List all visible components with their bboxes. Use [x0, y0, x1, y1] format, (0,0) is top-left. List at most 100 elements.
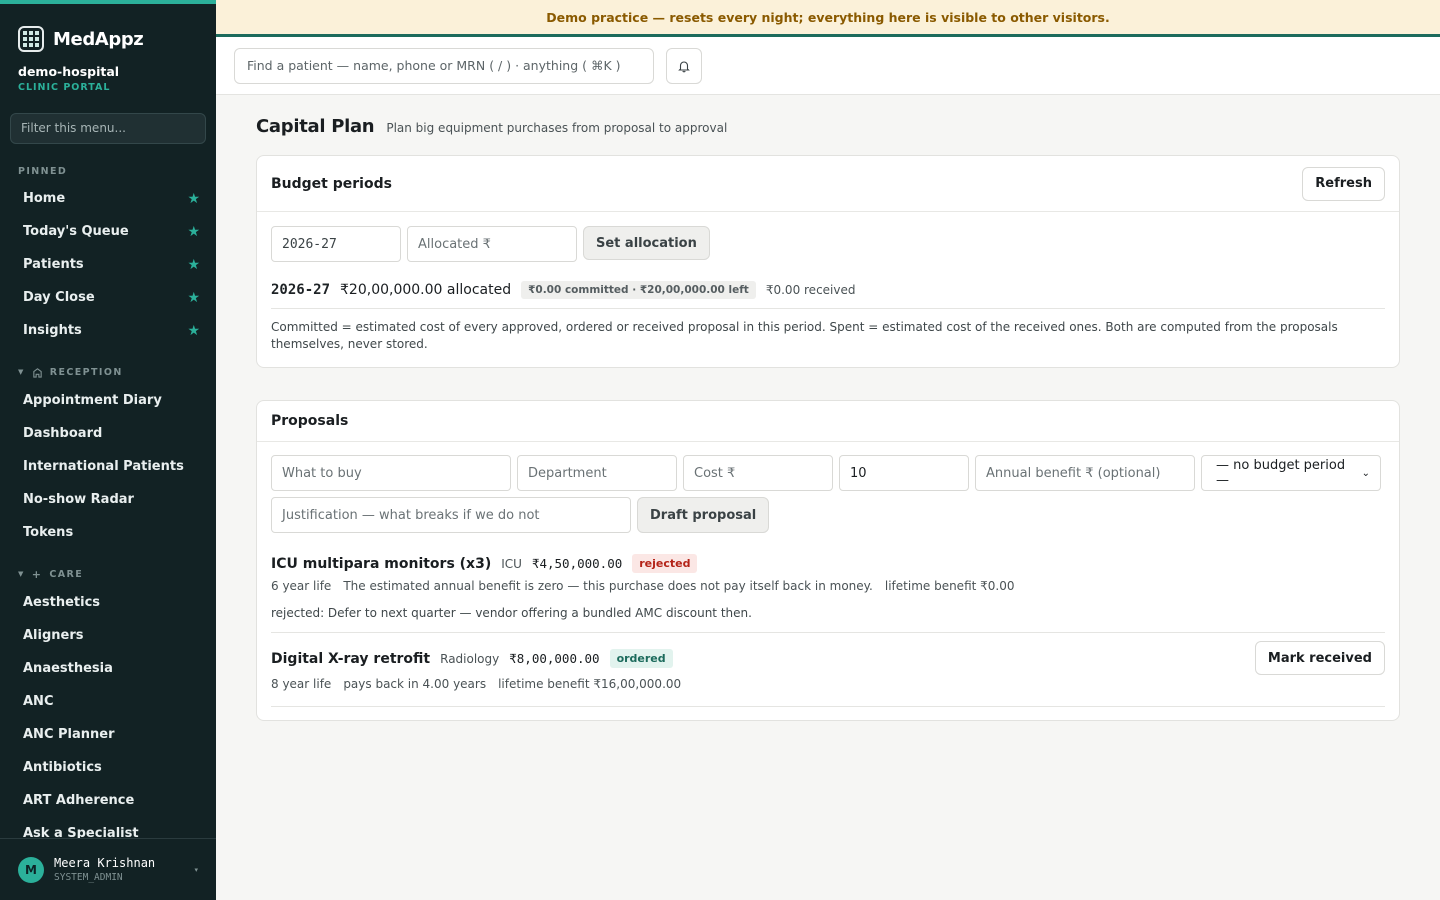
section-reception[interactable]: ▼ RECEPTION: [0, 360, 216, 384]
topbar: Find a patient — name, phone or MRN ( / …: [216, 37, 1440, 95]
org-name: demo-hospital: [18, 64, 120, 79]
proposal-item: ICU multipara monitors (x3) ICU ₹4,50,00…: [271, 554, 1385, 620]
sidebar-item-home[interactable]: Home ★: [0, 182, 216, 215]
page-header: Capital Plan Plan big equipment purchase…: [256, 116, 727, 137]
proposal-rejection-reason: rejected: Defer to next quarter — vendor…: [271, 606, 752, 620]
bell-icon: [678, 60, 690, 72]
page-subtitle: Plan big equipment purchases from propos…: [386, 121, 728, 135]
proposal-form-row1: What to buy Department Cost ₹ 10 Annual …: [271, 455, 1381, 491]
star-icon[interactable]: ★: [187, 224, 200, 240]
notifications-button[interactable]: [666, 47, 702, 84]
sidebar: MedAppz demo-hospital CLINIC PORTAL Filt…: [0, 0, 216, 900]
star-icon[interactable]: ★: [187, 323, 200, 339]
care-list: Aesthetics Aligners Anaesthesia ANC ANC …: [0, 586, 216, 850]
proposal-life: 8 year life: [271, 677, 332, 691]
user-menu[interactable]: M Meera Krishnan SYSTEM_ADMIN ▾: [0, 838, 216, 900]
proposal-meta: 6 year life The estimated annual benefit…: [271, 579, 1385, 593]
section-care[interactable]: ▼ + CARE: [0, 562, 216, 586]
user-info: Meera Krishnan SYSTEM_ADMIN: [54, 856, 155, 883]
sidebar-item-art-adherence[interactable]: ART Adherence: [0, 784, 216, 817]
sidebar-item-patients[interactable]: Patients ★: [0, 248, 216, 281]
user-name: Meera Krishnan: [54, 856, 156, 870]
sidebar-item-appointment-diary[interactable]: Appointment Diary: [0, 384, 216, 417]
star-icon[interactable]: ★: [187, 290, 200, 306]
pinned-list: Home ★ Today's Queue ★ Patients ★ Day Close…: [0, 182, 216, 347]
proposal-department: Radiology: [440, 651, 500, 666]
divider: [271, 632, 1385, 633]
sidebar-item-anc[interactable]: ANC: [0, 685, 216, 718]
org-subtitle: CLINIC PORTAL: [18, 82, 111, 93]
sidebar-item-international-patients[interactable]: International Patients: [0, 450, 216, 483]
brand-name: MedAppz: [53, 28, 144, 50]
avatar: M: [18, 856, 44, 883]
proposal-payback: pays back in 4.00 years: [343, 677, 487, 691]
proposal-form-row2: Justification — what breaks if we do not…: [271, 497, 770, 533]
justification-input[interactable]: Justification — what breaks if we do not: [271, 497, 631, 533]
sidebar-item-aligners[interactable]: Aligners: [0, 619, 216, 652]
chevron-down-icon: ▼: [18, 570, 25, 578]
period-received: ₹0.00 received: [765, 283, 856, 297]
sidebar-item-day-close[interactable]: Day Close ★: [0, 281, 216, 314]
divider: [271, 308, 1385, 309]
refresh-button[interactable]: Refresh: [1302, 166, 1385, 201]
card-header: Budget periods Refresh: [257, 156, 1399, 212]
sidebar-item-dashboard[interactable]: Dashboard: [0, 417, 216, 450]
brand[interactable]: MedAppz: [0, 4, 216, 58]
building-icon: [33, 367, 42, 378]
annual-benefit-input[interactable]: Annual benefit ₹ (optional): [975, 455, 1195, 491]
brand-logo-icon: [18, 26, 44, 52]
sidebar-item-todays-queue[interactable]: Today's Queue ★: [0, 215, 216, 248]
life-years-input[interactable]: 10: [839, 455, 969, 491]
sidebar-item-aesthetics[interactable]: Aesthetics: [0, 586, 216, 619]
card-title: Proposals: [271, 413, 349, 429]
budget-note: Committed = estimated cost of every appr…: [271, 320, 1338, 351]
patient-search-input[interactable]: Find a patient — name, phone or MRN ( / …: [234, 47, 654, 84]
status-badge: rejected: [632, 554, 698, 573]
reception-list: Appointment Diary Dashboard Internationa…: [0, 384, 216, 549]
allocation-form: 2026-27 Allocated ₹ Set allocation: [271, 226, 710, 262]
period-year: 2026-27: [271, 282, 331, 298]
sidebar-item-insights[interactable]: Insights ★: [0, 314, 216, 347]
cost-input[interactable]: Cost ₹: [683, 455, 833, 491]
proposal-cost: ₹4,50,000.00: [531, 556, 623, 571]
sidebar-item-tokens[interactable]: Tokens: [0, 516, 216, 549]
budget-period-select[interactable]: — no budget period — ⌄: [1201, 455, 1381, 491]
proposals-card: Proposals What to buy Department Cost ₹ …: [256, 400, 1400, 721]
demo-banner-text: Demo practice — resets every night; ever…: [546, 9, 1110, 25]
budget-period-select-value: — no budget period —: [1216, 458, 1346, 488]
chevron-down-icon: ▼: [18, 368, 25, 376]
allocated-input[interactable]: Allocated ₹: [407, 226, 577, 262]
mark-received-button[interactable]: Mark received: [1254, 641, 1385, 675]
sidebar-item-no-show-radar[interactable]: No-show Radar: [0, 483, 216, 516]
main-content: Capital Plan Plan big equipment purchase…: [216, 95, 1440, 900]
committed-chip: ₹0.00 committed · ₹20,00,000.00 left: [521, 281, 756, 299]
star-icon[interactable]: ★: [187, 191, 200, 207]
chevron-down-icon: ▾: [194, 865, 198, 874]
proposal-name: Digital X-ray retrofit: [271, 650, 431, 667]
sidebar-item-antibiotics[interactable]: Antibiotics: [0, 751, 216, 784]
sidebar-item-anc-planner[interactable]: ANC Planner: [0, 718, 216, 751]
sidebar-item-anaesthesia[interactable]: Anaesthesia: [0, 652, 216, 685]
card-header: Proposals: [257, 401, 1399, 442]
budget-periods-card: Budget periods Refresh 2026-27 Allocated…: [256, 155, 1400, 368]
what-to-buy-input[interactable]: What to buy: [271, 455, 511, 491]
proposal-item: Digital X-ray retrofit Radiology ₹8,00,0…: [271, 641, 1385, 691]
status-badge: ordered: [609, 649, 673, 668]
page-title: Capital Plan: [256, 116, 375, 137]
star-icon[interactable]: ★: [187, 257, 200, 273]
proposal-lifetime-benefit: lifetime benefit ₹16,00,000.00: [498, 677, 682, 691]
menu-filter-input[interactable]: Filter this menu...: [10, 113, 206, 144]
period-input[interactable]: 2026-27: [271, 226, 401, 262]
plus-icon: +: [31, 567, 43, 581]
demo-banner: Demo practice — resets every night; ever…: [216, 0, 1440, 37]
set-allocation-button[interactable]: Set allocation: [583, 226, 710, 260]
user-role: SYSTEM_ADMIN: [54, 872, 123, 883]
department-input[interactable]: Department: [517, 455, 677, 491]
card-title: Budget periods: [271, 175, 392, 192]
proposal-name: ICU multipara monitors (x3): [271, 555, 492, 572]
proposal-life: 6 year life: [271, 579, 332, 593]
section-pinned: PINNED: [18, 165, 68, 177]
draft-proposal-button[interactable]: Draft proposal: [637, 497, 770, 533]
org-info: demo-hospital CLINIC PORTAL: [0, 58, 216, 93]
period-summary: 2026-27 ₹20,00,000.00 allocated ₹0.00 co…: [271, 281, 855, 299]
